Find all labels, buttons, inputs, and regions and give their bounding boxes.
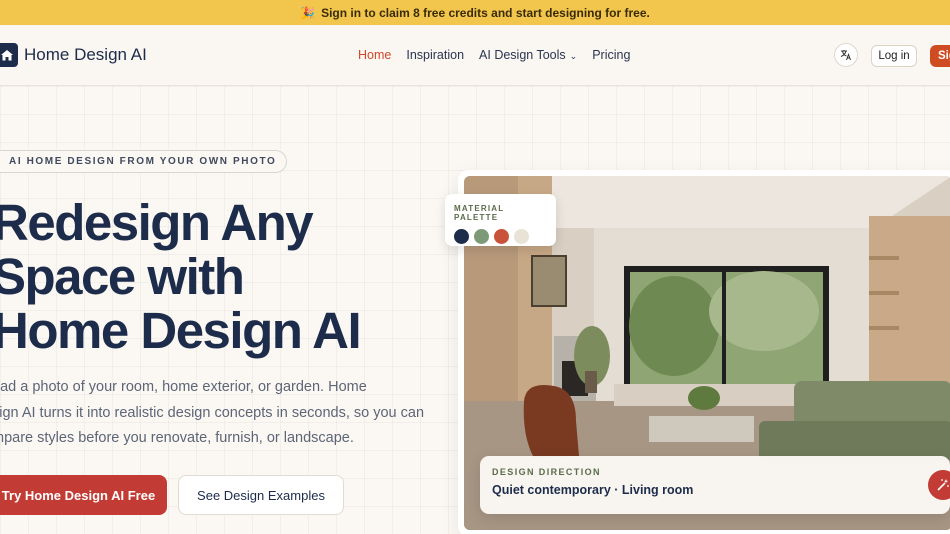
top-nav: Home Design AI Home Inspiration AI Desig…	[0, 25, 950, 86]
lead-line: oad a photo of your room, home exterior,…	[0, 379, 367, 395]
login-button[interactable]: Log in	[871, 45, 917, 67]
house-icon	[0, 43, 18, 67]
promo-banner-text: Sign in to claim 8 free credits and star…	[321, 5, 650, 20]
nav-pricing[interactable]: Pricing	[592, 48, 630, 62]
material-palette-card: MATERIAL PALETTE	[445, 194, 556, 246]
promo-banner[interactable]: 🎉 Sign in to claim 8 free credits and st…	[0, 0, 950, 25]
headline-line: Redesign Any	[0, 194, 314, 251]
hero-eyebrow: AI HOME DESIGN FROM YOUR OWN PHOTO	[0, 150, 288, 173]
palette-title: MATERIAL PALETTE	[454, 204, 505, 222]
nav-ai-design-tools-label: AI Design Tools	[479, 48, 566, 62]
design-direction-card: DESIGN DIRECTION Quiet contemporary · Li…	[480, 456, 950, 514]
lead-line: sign AI turns it into realistic design c…	[0, 404, 425, 421]
magic-wand-icon[interactable]	[928, 470, 950, 500]
swatch-navy	[454, 229, 469, 244]
see-examples-button[interactable]: See Design Examples	[178, 475, 344, 515]
signup-button[interactable]: Sig	[930, 45, 950, 67]
try-free-button[interactable]: Try Home Design AI Free	[0, 475, 167, 515]
nav-home[interactable]: Home	[358, 48, 391, 62]
hero-lead: oad a photo of your room, home exterior,…	[0, 375, 432, 452]
direction-label: DESIGN DIRECTION	[492, 467, 601, 477]
hero-headline: Redesign Any Space with Home Design AI	[0, 196, 412, 358]
swatch-sage	[474, 229, 489, 244]
brand-logo[interactable]: Home Design AI	[0, 43, 147, 67]
headline-line: Home Design AI	[0, 302, 362, 359]
chevron-down-icon: ⌄	[569, 51, 578, 61]
nav-inspiration[interactable]: Inspiration	[406, 48, 464, 62]
nav-links: Home Inspiration AI Design Tools ⌄ Pricin…	[358, 48, 645, 62]
party-icon: 🎉	[300, 5, 316, 20]
swatch-cream	[514, 229, 529, 244]
palette-swatches	[454, 229, 547, 244]
hero-eyebrow-text: AI HOME DESIGN FROM YOUR OWN PHOTO	[9, 156, 277, 167]
translate-icon[interactable]	[834, 43, 858, 67]
brand-name: Home Design AI	[24, 45, 147, 64]
swatch-terracotta	[494, 229, 509, 244]
headline-line: Space with	[0, 248, 245, 305]
lead-line: mpare styles before you renovate, furnis…	[0, 430, 354, 446]
direction-value: Quiet contemporary · Living room	[492, 483, 694, 497]
nav-ai-design-tools[interactable]: AI Design Tools ⌄	[479, 48, 577, 62]
